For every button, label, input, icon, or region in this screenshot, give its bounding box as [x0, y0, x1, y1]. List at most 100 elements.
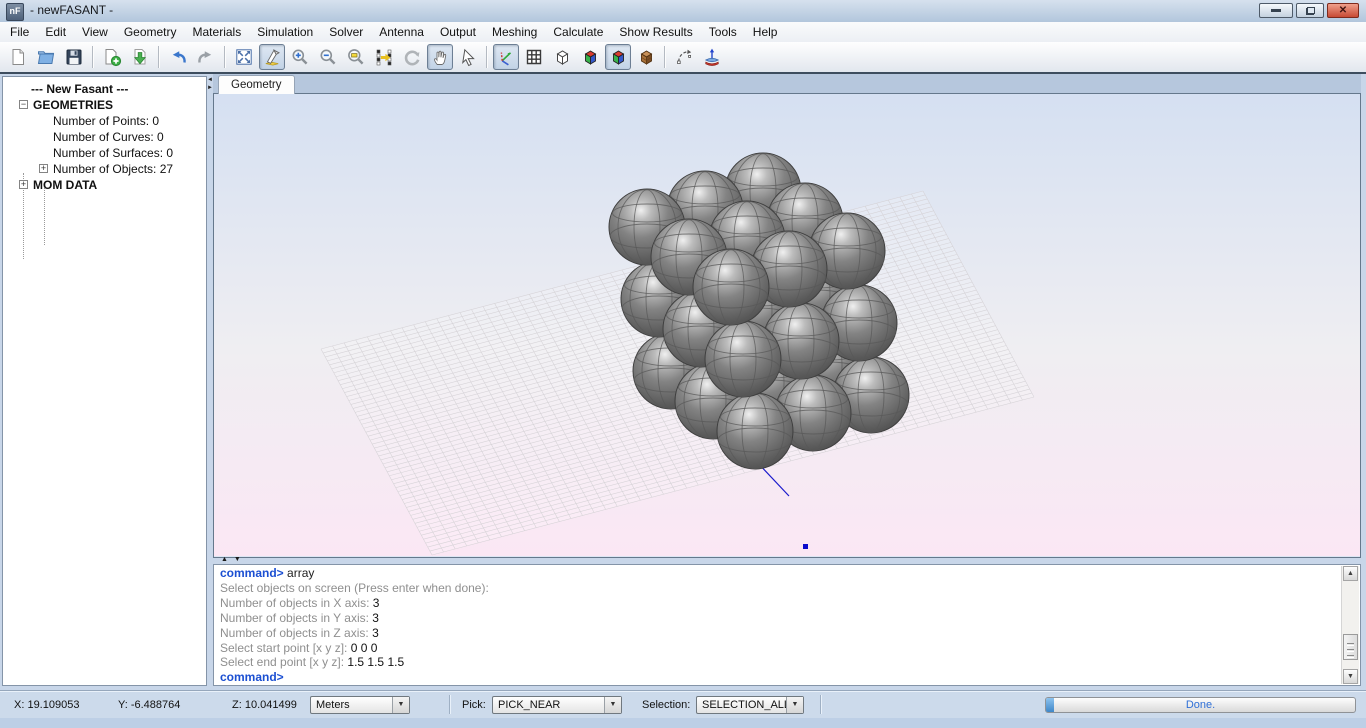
statusbar-separator	[449, 695, 451, 714]
tree-item-geometries[interactable]: −GEOMETRIES	[3, 97, 206, 113]
console-prompt: command>	[220, 566, 284, 580]
scroll-up-icon[interactable]: ▲	[1343, 566, 1358, 581]
import-geometry-button[interactable]	[127, 44, 153, 70]
console-message: Number of objects in Z axis:	[220, 626, 372, 640]
tree-item-number-of-points-0[interactable]: Number of Points: 0	[3, 113, 206, 129]
open-file-icon	[36, 47, 56, 67]
new-file-button[interactable]	[5, 44, 31, 70]
scroll-down-icon[interactable]: ▼	[1343, 669, 1358, 684]
statusbar-separator	[820, 695, 822, 714]
select-cursor-button[interactable]	[455, 44, 481, 70]
tree-item-root[interactable]: --- New Fasant ---	[3, 81, 206, 97]
tree-item-label: MOM DATA	[33, 178, 97, 192]
zoom-window-button[interactable]	[343, 44, 369, 70]
selection-dropdown[interactable]: SELECTION_ALL ▼	[696, 696, 804, 714]
select-cursor-icon	[458, 47, 478, 67]
rotate-view-button[interactable]	[399, 44, 425, 70]
close-button[interactable]: ✕	[1327, 3, 1359, 18]
menu-item-view[interactable]: View	[74, 22, 116, 42]
menu-item-file[interactable]: File	[2, 22, 37, 42]
project-tree-panel: --- New Fasant ---−GEOMETRIESNumber of P…	[2, 76, 207, 686]
undo-button[interactable]	[165, 44, 191, 70]
tab-geometry[interactable]: Geometry	[218, 75, 295, 95]
console-command-line[interactable]: command>	[220, 670, 1340, 684]
show-axes-button[interactable]	[493, 44, 519, 70]
rotate-geometry-button[interactable]	[671, 44, 697, 70]
perspective-view-button[interactable]	[259, 44, 285, 70]
tree-item-mom-data[interactable]: + MOM DATA	[3, 177, 206, 193]
menu-item-materials[interactable]: Materials	[185, 22, 250, 42]
tree-item-number-of-surfaces-0[interactable]: Number of Surfaces: 0	[3, 145, 206, 161]
menu-item-show-results[interactable]: Show Results	[611, 22, 700, 42]
tree-item-number-of-curves-0[interactable]: Number of Curves: 0	[3, 129, 206, 145]
show-grid-icon	[524, 47, 544, 67]
console-message: Select end point [x y z]:	[220, 655, 347, 669]
menu-item-solver[interactable]: Solver	[321, 22, 371, 42]
units-dropdown[interactable]: Meters ▼	[310, 696, 410, 714]
toolbar-separator	[664, 46, 666, 68]
expand-toggle-icon[interactable]: +	[19, 180, 28, 189]
chevron-down-icon: ▼	[604, 697, 621, 713]
show-grid-button[interactable]	[521, 44, 547, 70]
redo-button[interactable]	[193, 44, 219, 70]
menu-item-antenna[interactable]: Antenna	[371, 22, 432, 42]
antenna-tool-button[interactable]	[699, 44, 725, 70]
swap-visibility-button[interactable]	[371, 44, 397, 70]
flat-shaded-mode-button[interactable]	[577, 44, 603, 70]
progress-text: Done.	[1046, 699, 1355, 711]
workspace: --- New Fasant ---−GEOMETRIESNumber of P…	[0, 74, 1366, 690]
menu-item-help[interactable]: Help	[745, 22, 786, 42]
selection-value: SELECTION_ALL	[702, 699, 790, 711]
wireframe-mode-icon	[552, 47, 572, 67]
minimize-button[interactable]	[1259, 3, 1293, 18]
menu-item-meshing[interactable]: Meshing	[484, 22, 545, 42]
pick-label: Pick:	[462, 699, 486, 711]
console-value: 3	[372, 626, 379, 640]
close-icon: ✕	[1339, 6, 1347, 16]
pan-view-button[interactable]	[427, 44, 453, 70]
menu-item-geometry[interactable]: Geometry	[116, 22, 185, 42]
solid-mode-button[interactable]	[605, 44, 631, 70]
toolbar-separator	[486, 46, 488, 68]
zoom-in-button[interactable]	[287, 44, 313, 70]
new-file-icon	[8, 47, 28, 67]
sphere-object[interactable]	[705, 321, 781, 397]
menu-item-tools[interactable]: Tools	[701, 22, 745, 42]
command-console[interactable]: command> arraySelect objects on screen (…	[213, 564, 1361, 686]
zoom-in-icon	[290, 47, 310, 67]
textured-mode-button[interactable]	[633, 44, 659, 70]
pick-dropdown[interactable]: PICK_NEAR ▼	[492, 696, 622, 714]
tree-item-number-of-objects-27[interactable]: +Number of Objects: 27	[3, 161, 206, 177]
swap-visibility-icon	[374, 47, 394, 67]
wireframe-mode-button[interactable]	[549, 44, 575, 70]
new-geometry-icon	[102, 47, 122, 67]
menu-item-output[interactable]: Output	[432, 22, 484, 42]
sphere-object[interactable]	[693, 249, 769, 325]
sphere-object[interactable]	[717, 393, 793, 469]
menu-item-simulation[interactable]: Simulation	[249, 22, 321, 42]
menu-item-edit[interactable]: Edit	[37, 22, 74, 42]
save-file-button[interactable]	[61, 44, 87, 70]
splitter-arrows-icon: ▲ ▼	[221, 556, 243, 563]
app-icon: nF	[6, 3, 24, 21]
zoom-out-button[interactable]	[315, 44, 341, 70]
console-value: 3	[372, 611, 379, 625]
viewport-3d[interactable]	[213, 94, 1361, 558]
console-scrollbar[interactable]: ▲ ▼	[1341, 566, 1359, 684]
expand-toggle-icon[interactable]: +	[39, 164, 48, 173]
scrollbar-thumb[interactable]	[1343, 634, 1358, 660]
fit-view-button[interactable]	[231, 44, 257, 70]
console-command-line[interactable]: command> array	[220, 566, 1340, 581]
show-axes-icon	[496, 47, 516, 67]
expand-toggle-icon[interactable]: −	[19, 100, 28, 109]
toolbar-separator	[92, 46, 94, 68]
restore-button[interactable]	[1296, 3, 1324, 18]
perspective-view-icon	[262, 47, 282, 67]
textured-mode-icon	[636, 47, 656, 67]
console-message: Number of objects in X axis:	[220, 596, 373, 610]
new-geometry-button[interactable]	[99, 44, 125, 70]
viewport-canvas[interactable]	[214, 94, 1360, 556]
chevron-down-icon: ▼	[786, 697, 803, 713]
open-file-button[interactable]	[33, 44, 59, 70]
menu-item-calculate[interactable]: Calculate	[545, 22, 611, 42]
